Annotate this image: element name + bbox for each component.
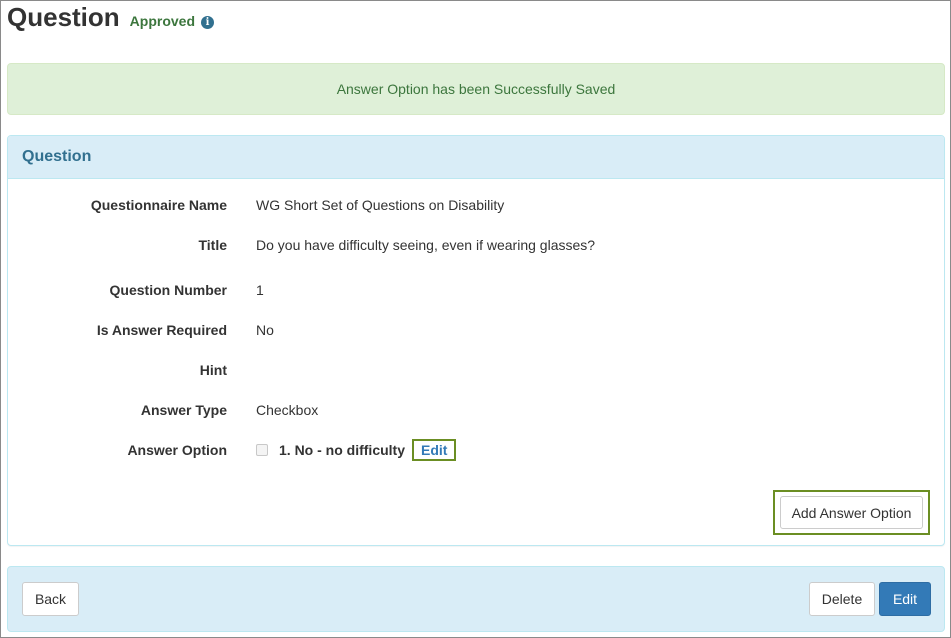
field-label: Question Number bbox=[109, 282, 227, 298]
field-value: No bbox=[256, 322, 274, 338]
footer-actions: Back Delete Edit bbox=[7, 566, 945, 632]
success-alert: Answer Option has been Successfully Save… bbox=[7, 63, 945, 115]
status-badge: Approved bbox=[129, 13, 196, 29]
back-button[interactable]: Back bbox=[22, 582, 79, 616]
field-questionnaire-name: Questionnaire Name WG Short Set of Quest… bbox=[8, 197, 946, 217]
field-label: Hint bbox=[199, 362, 227, 378]
field-value: 1 bbox=[256, 282, 264, 298]
field-answer-option: Answer Option 1. No - no difficulty Edit bbox=[8, 439, 946, 462]
panel-heading: Question bbox=[8, 136, 944, 179]
field-value: WG Short Set of Questions on Disability bbox=[256, 197, 505, 213]
field-value: Checkbox bbox=[256, 402, 319, 418]
field-label: Questionnaire Name bbox=[90, 197, 227, 213]
page-header: Question Approved i bbox=[7, 2, 215, 32]
add-answer-option-button[interactable]: Add Answer Option bbox=[780, 496, 923, 529]
field-label: Is Answer Required bbox=[96, 322, 227, 338]
page-title: Question bbox=[7, 2, 120, 32]
field-title: Title Do you have difficulty seeing, eve… bbox=[8, 237, 946, 257]
alert-message: Answer Option has been Successfully Save… bbox=[336, 81, 616, 97]
field-is-answer-required: Is Answer Required No bbox=[8, 322, 946, 342]
info-icon[interactable]: i bbox=[201, 16, 215, 29]
field-label: Title bbox=[198, 237, 227, 253]
delete-button[interactable]: Delete bbox=[809, 582, 875, 616]
edit-answer-option-link[interactable]: Edit bbox=[412, 439, 457, 461]
answer-option-checkbox[interactable] bbox=[256, 444, 268, 456]
answer-option-label: 1. No - no difficulty bbox=[279, 442, 405, 458]
add-answer-option-highlight: Add Answer Option bbox=[773, 490, 930, 535]
field-value: Do you have difficulty seeing, even if w… bbox=[256, 237, 596, 253]
field-answer-type: Answer Type Checkbox bbox=[8, 402, 946, 422]
field-label: Answer Option bbox=[127, 442, 227, 458]
answer-option-item: 1. No - no difficulty Edit bbox=[256, 439, 457, 461]
field-label: Answer Type bbox=[140, 402, 227, 418]
field-question-number: Question Number 1 bbox=[8, 282, 946, 302]
question-panel: Question Questionnaire Name WG Short Set… bbox=[7, 135, 945, 546]
field-hint: Hint bbox=[8, 362, 946, 382]
edit-button[interactable]: Edit bbox=[879, 582, 931, 616]
